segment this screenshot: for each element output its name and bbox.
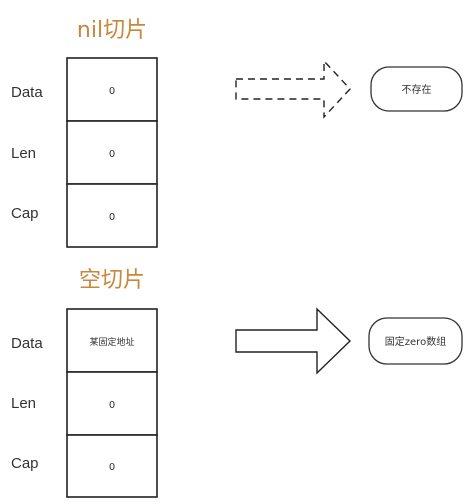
empty-target-label: 固定zero数组 bbox=[385, 335, 446, 348]
empty-solid-arrow bbox=[235, 307, 352, 375]
nil-slice-title: nil切片 bbox=[77, 18, 147, 43]
empty-slice-section: 空切片 Data Len Cap 某固定地址 0 0 固定zero数组 bbox=[11, 268, 463, 498]
nil-target-label: 不存在 bbox=[402, 83, 432, 96]
empty-row-label-len: Len bbox=[11, 395, 36, 412]
nil-row-label-cap: Cap bbox=[11, 205, 39, 222]
empty-slice-title: 空切片 bbox=[79, 268, 145, 293]
empty-cell-cap-value: 0 bbox=[109, 462, 115, 473]
nil-cell-cap-value: 0 bbox=[109, 212, 115, 223]
nil-row-label-len: Len bbox=[11, 145, 36, 162]
empty-cell-data-value: 某固定地址 bbox=[89, 336, 134, 348]
nil-cell-len-value: 0 bbox=[109, 149, 115, 160]
nil-slice-section: nil切片 Data Len Cap 0 0 0 不存在 bbox=[11, 18, 463, 248]
nil-row-label-data: Data bbox=[11, 84, 43, 101]
empty-cell-len-value: 0 bbox=[109, 400, 115, 411]
nil-cell-data-value: 0 bbox=[109, 86, 115, 97]
slice-diagram: nil切片 Data Len Cap 0 0 0 不存在 空切片 Data Le… bbox=[11, 18, 463, 498]
nil-dashed-arrow bbox=[235, 59, 351, 119]
empty-row-label-cap: Cap bbox=[11, 455, 39, 472]
empty-row-label-data: Data bbox=[11, 335, 43, 352]
